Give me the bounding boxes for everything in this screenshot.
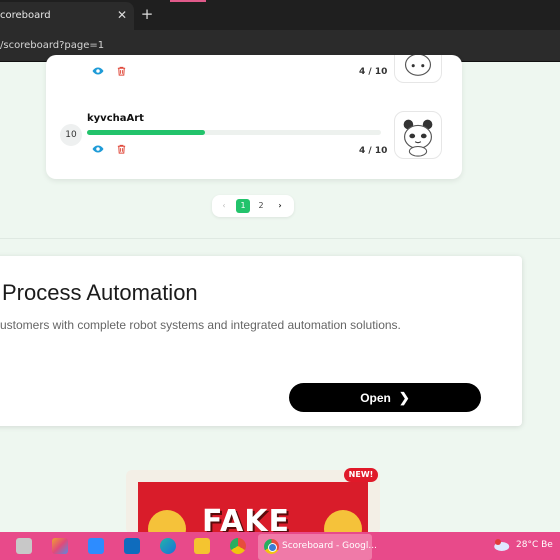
eye-icon[interactable] [92, 143, 104, 155]
chevron-right-icon: ❯ [398, 390, 410, 405]
score-value: 4 / 10 [359, 67, 388, 77]
trash-icon[interactable] [116, 65, 127, 77]
browser-tab[interactable]: coreboard ✕ [0, 2, 134, 30]
game-cover-art: FAKE FRIEND [138, 482, 368, 536]
open-button[interactable]: Open ❯ [289, 383, 481, 412]
section-divider [0, 238, 560, 239]
trash-icon[interactable] [116, 143, 127, 155]
chrome-icon [264, 539, 279, 554]
edge-icon[interactable] [160, 538, 176, 554]
card-title: Process Automation [2, 280, 198, 305]
weather-icon[interactable] [492, 538, 510, 552]
app-icon[interactable] [52, 538, 68, 554]
file-explorer-icon[interactable] [194, 538, 210, 554]
card-description: ustomers with complete robot systems and… [0, 318, 401, 332]
new-badge: NEW! [344, 468, 378, 482]
game-thumbnail[interactable]: FAKE FRIEND NEW! [126, 468, 380, 536]
pagination-page-2[interactable]: 2 [254, 199, 268, 213]
rank-badge: 10 [60, 124, 82, 146]
score-value: 4 / 10 [359, 146, 388, 156]
browser-tab-bar: coreboard ✕ + [0, 0, 560, 30]
panda-avatar-icon [394, 55, 442, 83]
panda-avatar-icon [394, 111, 442, 159]
pagination-next-button[interactable]: › [274, 199, 286, 213]
progress-fill [87, 130, 205, 135]
tab-close-icon[interactable]: ✕ [116, 8, 128, 22]
chrome-icon[interactable] [230, 538, 246, 554]
eye-icon[interactable] [92, 65, 104, 77]
task-view-icon[interactable] [16, 538, 32, 554]
pagination: ‹ 1 2 › [212, 195, 294, 217]
zoom-icon[interactable] [88, 538, 104, 554]
tab-title: coreboard [0, 10, 51, 21]
taskbar: Scoreboard - Googl... 28°C Be [0, 532, 560, 560]
pagination-page-1[interactable]: 1 [236, 199, 250, 213]
player-name: kyvchaArt [87, 113, 144, 124]
process-automation-card: Process Automation ustomers with complet… [0, 256, 522, 426]
progress-bar [87, 130, 381, 135]
pagination-prev-button[interactable]: ‹ [218, 199, 230, 213]
tab-strip-accent [170, 0, 206, 2]
app-icon[interactable] [124, 538, 140, 554]
open-button-label: Open [360, 391, 391, 405]
new-tab-icon[interactable]: + [140, 6, 154, 22]
url-text[interactable]: /scoreboard?page=1 [0, 40, 104, 51]
weather-text[interactable]: 28°C Be [516, 540, 553, 550]
scoreboard-card: 4 / 10 10 kyvchaArt 4 / 10 [46, 55, 462, 179]
active-window-label: Scoreboard - Googl... [282, 541, 377, 551]
taskbar-active-window[interactable]: Scoreboard - Googl... [258, 534, 377, 560]
